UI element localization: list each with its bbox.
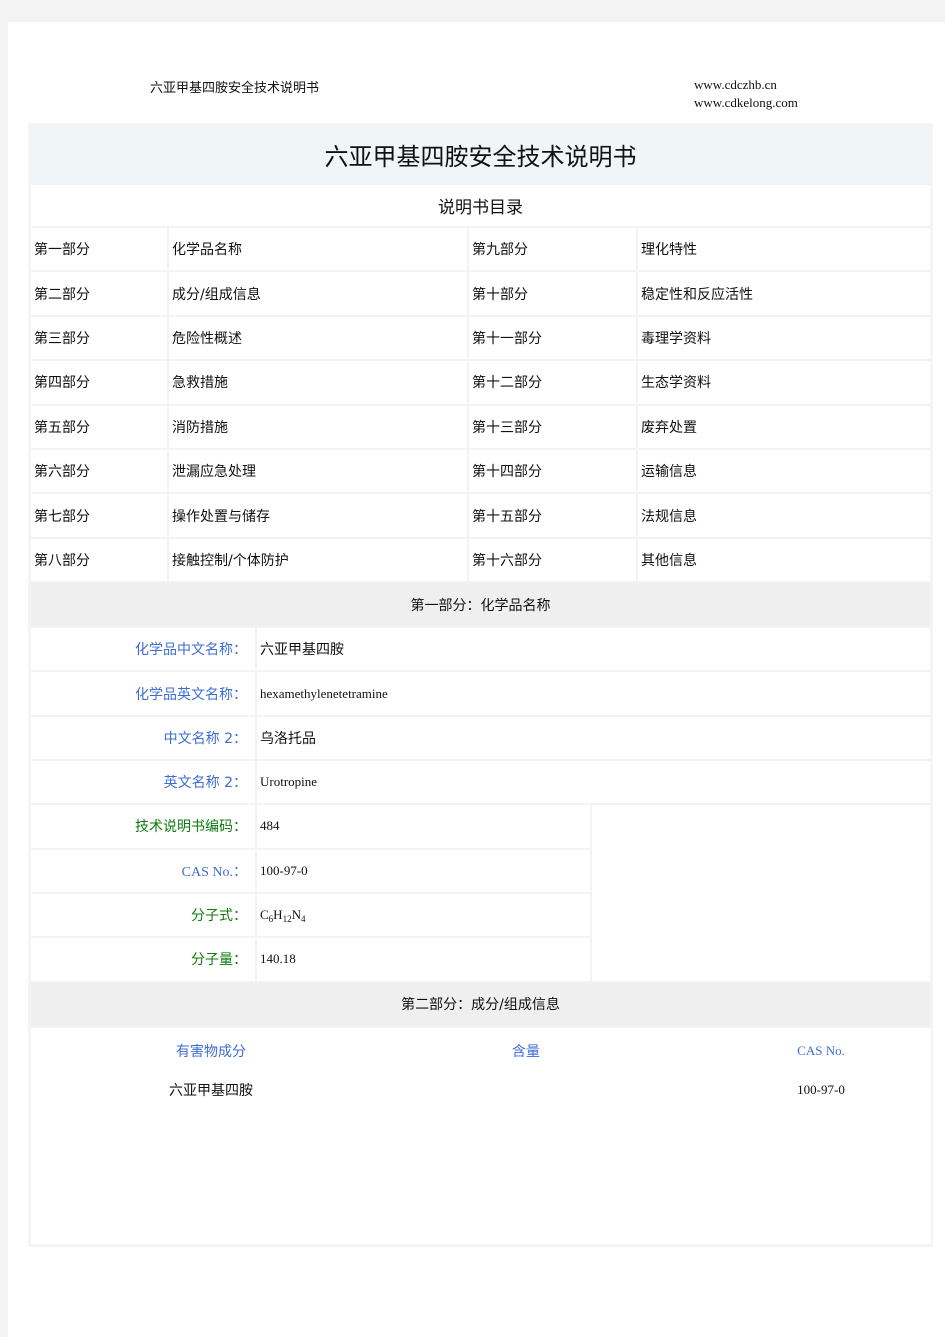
toc-part-label: 第十部分	[468, 271, 637, 316]
toc-part-label: 第十二部分	[468, 360, 637, 405]
field-row: 化学品中文名称： 六亚甲基四胺	[30, 627, 931, 672]
field-label: 中文名称 2：	[30, 715, 256, 761]
toc-part-label: 第十三部分	[468, 404, 637, 449]
toc-table: 第一部分 化学品名称 第九部分 理化特性 第二部分 成分/组成信息 第十部分 稳定性和反应活性…	[30, 227, 931, 583]
content-cell	[391, 1074, 661, 1106]
field-row: 化学品英文名称： hexamethylenetetramine	[30, 671, 931, 716]
section2-heading: 第二部分：成分/组成信息	[30, 981, 931, 1027]
toc-section-link[interactable]: 生态学资料	[637, 360, 931, 405]
document-title: 六亚甲基四胺安全技术说明书	[30, 125, 931, 184]
toc-section-link[interactable]: 接触控制/个体防护	[168, 537, 468, 583]
toc-part-label: 第六部分	[30, 448, 168, 494]
toc-section-link[interactable]: 消防措施	[168, 404, 468, 449]
toc-row: 第八部分 接触控制/个体防护 第十六部分 其他信息	[30, 537, 931, 583]
field-label: 分子量：	[30, 937, 256, 982]
formula-value: C6H12N4	[256, 892, 591, 938]
column-header-component: 有害物成分	[176, 1043, 246, 1060]
cas-cell: 100-97-0	[797, 1081, 845, 1097]
field-value: 140.18	[256, 937, 591, 982]
toc-section-link[interactable]: 稳定性和反应活性	[637, 271, 931, 316]
toc-part-label: 第五部分	[30, 404, 168, 449]
toc-section-link[interactable]: 急救措施	[168, 360, 468, 405]
toc-part-label: 第四部分	[30, 360, 168, 405]
field-row: 中文名称 2： 乌洛托品	[30, 715, 931, 761]
field-label: 英文名称 2：	[30, 760, 256, 805]
field-label: 化学品英文名称：	[30, 671, 256, 716]
field-row: 技术说明书编码： 484	[30, 804, 931, 982]
toc-section-link[interactable]: 运输信息	[637, 448, 931, 494]
toc-row: 第二部分 成分/组成信息 第十部分 稳定性和反应活性	[30, 271, 931, 316]
toc-part-label: 第八部分	[30, 537, 168, 583]
field-value: Urotropine	[256, 760, 931, 805]
toc-part-label: 第七部分	[30, 493, 168, 538]
column-header-cas: CAS No.	[797, 1042, 845, 1058]
field-value: 六亚甲基四胺	[256, 627, 931, 672]
toc-section-link[interactable]: 化学品名称	[168, 227, 468, 272]
toc-title: 说明书目录	[30, 184, 931, 227]
toc-section-link[interactable]: 理化特性	[637, 227, 931, 272]
toc-row: 第五部分 消防措施 第十三部分 废弃处置	[30, 404, 931, 449]
toc-section-link[interactable]: 毒理学资料	[637, 315, 931, 361]
toc-part-label: 第一部分	[30, 227, 168, 272]
field-label: 化学品中文名称：	[30, 627, 256, 672]
toc-section-link[interactable]: 操作处置与储存	[168, 493, 468, 538]
structure-image-cell	[591, 804, 931, 982]
toc-section-link[interactable]: 废弃处置	[637, 404, 931, 449]
page-header-urls: www.cdczhb.cn www.cdkelong.com	[694, 76, 798, 112]
field-value: 100-97-0	[256, 848, 591, 893]
section1-heading-table: 第一部分：化学品名称	[30, 582, 931, 628]
toc-part-label: 第十五部分	[468, 493, 637, 538]
toc-part-label: 第十六部分	[468, 537, 637, 583]
toc-row: 第一部分 化学品名称 第九部分 理化特性	[30, 227, 931, 272]
composition-table: 有害物成分 含量 CAS No. 六亚甲基四胺 100-97-0	[30, 1026, 932, 1245]
field-label: 分子式：	[30, 892, 256, 938]
toc-section-link[interactable]: 危险性概述	[168, 315, 468, 361]
toc-row: 第三部分 危险性概述 第十一部分 毒理学资料	[30, 315, 931, 361]
msds-document: 六亚甲基四胺安全技术说明书 说明书目录 第一部分 化学品名称 第九部分 理化特性 第二部…	[28, 123, 933, 1247]
field-value: 484	[256, 804, 591, 849]
toc-section-link[interactable]: 其他信息	[637, 537, 931, 583]
toc-section-link[interactable]: 泄漏应急处理	[168, 448, 468, 494]
toc-part-label: 第十四部分	[468, 448, 637, 494]
field-label: CAS No.：	[30, 848, 256, 893]
column-header-content: 含量	[512, 1043, 540, 1060]
toc-part-label: 第二部分	[30, 271, 168, 316]
section2-heading-table: 第二部分：成分/组成信息	[30, 981, 931, 1027]
field-value: 乌洛托品	[256, 715, 931, 761]
toc-part-label: 第十一部分	[468, 315, 637, 361]
toc-row: 第七部分 操作处置与储存 第十五部分 法规信息	[30, 493, 931, 538]
toc-section-link[interactable]: 成分/组成信息	[168, 271, 468, 316]
toc-row: 第四部分 急救措施 第十二部分 生态学资料	[30, 360, 931, 405]
page-header-title: 六亚甲基四胺安全技术说明书	[150, 81, 320, 96]
field-value: hexamethylenetetramine	[256, 671, 931, 716]
section1-heading: 第一部分：化学品名称	[30, 582, 931, 628]
url-link[interactable]: www.cdczhb.cn	[694, 76, 798, 94]
document-page: 六亚甲基四胺安全技术说明书 www.cdczhb.cn www.cdkelong…	[8, 22, 945, 1337]
composition-grid: 有害物成分 含量 CAS No. 六亚甲基四胺 100-97-0	[31, 1028, 931, 1106]
field-label: 技术说明书编码：	[30, 804, 256, 849]
field-row: 英文名称 2： Urotropine	[30, 760, 931, 805]
toc-part-label: 第九部分	[468, 227, 637, 272]
component-cell: 六亚甲基四胺	[169, 1082, 253, 1099]
toc-row: 第六部分 泄漏应急处理 第十四部分 运输信息	[30, 448, 931, 494]
title-table: 六亚甲基四胺安全技术说明书 说明书目录	[30, 125, 931, 227]
section1-table: 化学品中文名称： 六亚甲基四胺 化学品英文名称： hexamethylenete…	[30, 627, 931, 982]
toc-section-link[interactable]: 法规信息	[637, 493, 931, 538]
url-link[interactable]: www.cdkelong.com	[694, 94, 798, 112]
toc-part-label: 第三部分	[30, 315, 168, 361]
